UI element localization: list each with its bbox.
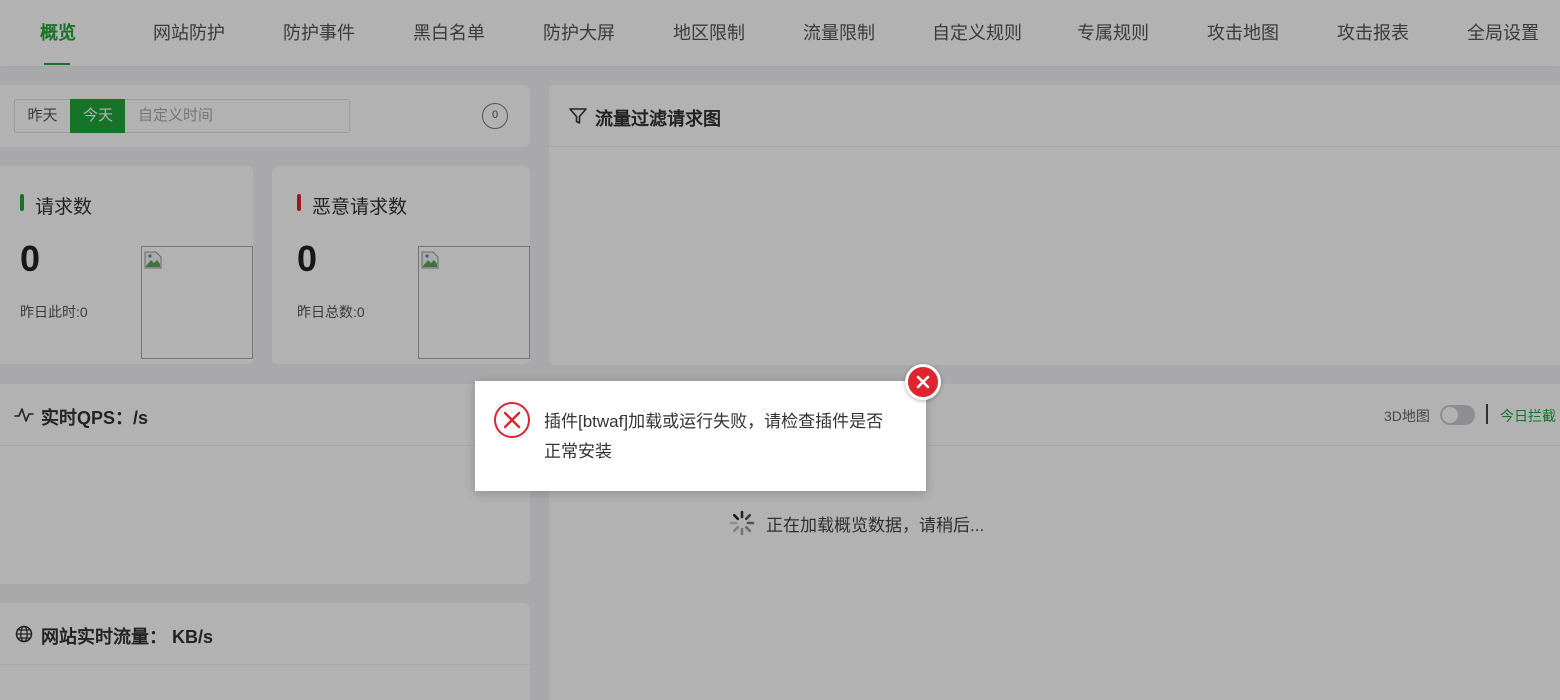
modal-overlay bbox=[0, 0, 1560, 700]
error-message: 插件[btwaf]加载或运行失败，请检查插件是否正常安装 bbox=[544, 412, 884, 461]
error-icon bbox=[494, 402, 530, 438]
error-dialog: 插件[btwaf]加载或运行失败，请检查插件是否正常安装 bbox=[475, 364, 941, 491]
close-icon bbox=[916, 375, 930, 389]
close-button[interactable] bbox=[905, 364, 941, 400]
